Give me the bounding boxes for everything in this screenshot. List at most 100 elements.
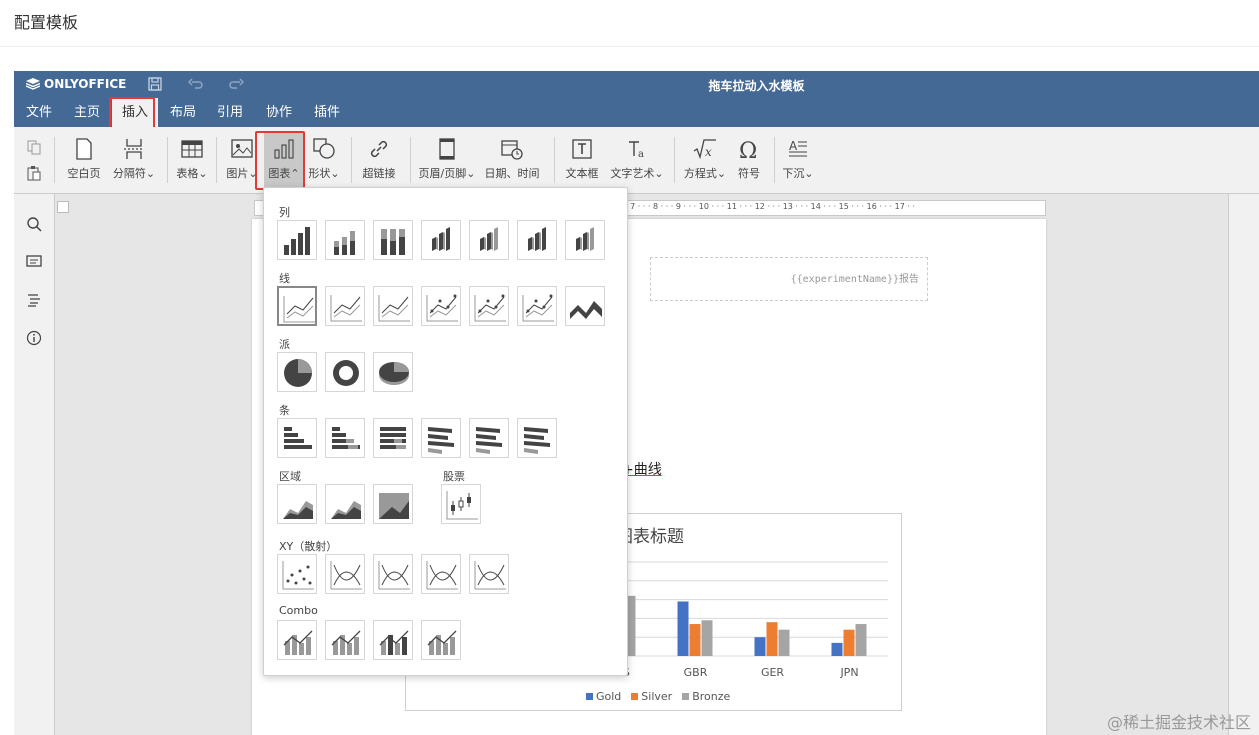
chart-type-bar-3[interactable] bbox=[373, 418, 413, 458]
paste-icon[interactable] bbox=[26, 165, 42, 181]
chart-type-col-icon bbox=[432, 227, 450, 251]
symbol-button[interactable]: Ω 符号 bbox=[732, 137, 766, 181]
chart-type-dropdown: 列 线 派 条 区域 股票 XY（散射） Combo bbox=[263, 187, 628, 676]
drop-cap-icon: A bbox=[789, 139, 807, 157]
category-line: 线 bbox=[279, 272, 290, 285]
chart-type-pie-icon bbox=[333, 360, 359, 386]
chart-button-highlight bbox=[255, 131, 305, 190]
chart-type-bar-6[interactable] bbox=[517, 418, 557, 458]
menu-references[interactable]: 引用 bbox=[207, 98, 253, 127]
chart-type-xy-1[interactable] bbox=[277, 554, 317, 594]
bar-gold-ger bbox=[754, 637, 766, 656]
chart-type-line-4[interactable] bbox=[421, 286, 461, 326]
chart-type-combo-2[interactable] bbox=[325, 620, 365, 660]
menu-file[interactable]: 文件 bbox=[16, 98, 62, 127]
link-icon bbox=[370, 140, 388, 158]
chart-type-combo-3[interactable] bbox=[373, 620, 413, 660]
x-tick-label: GER bbox=[761, 666, 784, 679]
chart-type-col-6[interactable] bbox=[517, 220, 557, 260]
chart-type-col-5[interactable] bbox=[469, 220, 509, 260]
chart-type-combo-1[interactable] bbox=[277, 620, 317, 660]
bar-bronze-jpn bbox=[855, 624, 867, 656]
left-sidebar bbox=[14, 194, 55, 735]
chart-type-line-7[interactable] bbox=[565, 286, 605, 326]
calendar-clock-icon bbox=[501, 140, 523, 160]
chart-type-col-2[interactable] bbox=[325, 220, 365, 260]
info-icon[interactable] bbox=[26, 330, 42, 346]
chart-type-line-6[interactable] bbox=[517, 286, 557, 326]
chart-type-xy-icon bbox=[330, 561, 362, 590]
chart-type-line-icon bbox=[378, 295, 410, 322]
chart-type-pie-2[interactable] bbox=[325, 352, 365, 392]
category-xy-scatter: XY（散射） bbox=[279, 540, 338, 553]
header-placeholder-box[interactable]: {{experimentName}}报告 bbox=[650, 257, 928, 301]
drop-cap-button[interactable]: A 下沉⌄ bbox=[780, 137, 816, 181]
chart-type-col-3[interactable] bbox=[373, 220, 413, 260]
chart-type-line-1[interactable] bbox=[277, 286, 317, 326]
chart-type-line-2[interactable] bbox=[325, 286, 365, 326]
chart-type-xy-4[interactable] bbox=[421, 554, 461, 594]
chart-type-bar-1[interactable] bbox=[277, 418, 317, 458]
table-icon bbox=[181, 140, 203, 158]
date-time-button[interactable]: 日期、时间 bbox=[482, 137, 542, 181]
header-footer-button[interactable]: 页眉/页脚⌄ bbox=[416, 137, 478, 181]
table-button[interactable]: 表格⌄ bbox=[174, 137, 210, 181]
chart-type-col-4[interactable] bbox=[421, 220, 461, 260]
chart-type-xy-2[interactable] bbox=[325, 554, 365, 594]
chart-type-col-1[interactable] bbox=[277, 220, 317, 260]
menu-home[interactable]: 主页 bbox=[64, 98, 110, 127]
image-icon bbox=[231, 139, 253, 158]
menu-layout[interactable]: 布局 bbox=[160, 98, 206, 127]
chart-type-area-3[interactable] bbox=[373, 484, 413, 524]
chart-type-stock-1[interactable] bbox=[441, 484, 481, 524]
chart-type-pie-3[interactable] bbox=[373, 352, 413, 392]
bar-bronze-ger bbox=[778, 629, 790, 656]
chart-type-col-icon bbox=[381, 229, 405, 255]
category-column: 列 bbox=[279, 206, 290, 219]
chart-type-bar-5[interactable] bbox=[469, 418, 509, 458]
page-break-icon bbox=[124, 139, 144, 159]
chart-type-bar-4[interactable] bbox=[421, 418, 461, 458]
blank-page-button[interactable]: 空白页 bbox=[64, 137, 104, 181]
chart-type-xy-icon bbox=[282, 561, 314, 590]
header-placeholder: {{experimentName}}报告 bbox=[790, 274, 919, 285]
comments-icon[interactable] bbox=[26, 254, 42, 270]
shape-button[interactable]: 形状⌄ bbox=[306, 137, 342, 181]
text-art-button[interactable]: a 文字艺术⌄ bbox=[608, 137, 666, 181]
copy-icon[interactable] bbox=[26, 139, 42, 155]
chart-type-col-7[interactable] bbox=[565, 220, 605, 260]
equation-icon: x bbox=[693, 139, 716, 160]
chart-type-combo-4[interactable] bbox=[421, 620, 461, 660]
bar-gold-jpn bbox=[831, 642, 843, 656]
chart-type-xy-5[interactable] bbox=[469, 554, 509, 594]
tab-stop-selector[interactable] bbox=[57, 201, 69, 213]
onlyoffice-editor: ONLYOFFICE 拖车拉动入水模板 文件 主页 插入 布局 引用 协作 插件… bbox=[14, 71, 1259, 735]
chart-type-pie-1[interactable] bbox=[277, 352, 317, 392]
chart-type-area-2[interactable] bbox=[325, 484, 365, 524]
text-art-icon: a bbox=[629, 141, 644, 160]
x-tick-label: GBR bbox=[684, 666, 708, 679]
category-stock: 股票 bbox=[443, 470, 465, 483]
text-box-button[interactable]: 文本框 bbox=[562, 137, 602, 181]
chart-type-line-3[interactable] bbox=[373, 286, 413, 326]
bar-gold-gbr bbox=[677, 601, 689, 656]
search-icon[interactable] bbox=[26, 216, 42, 232]
blank-page-icon bbox=[76, 138, 92, 160]
menu-plugins[interactable]: 插件 bbox=[304, 98, 350, 127]
page-title: 配置模板 bbox=[14, 13, 79, 32]
page-break-button[interactable]: 分隔符⌄ bbox=[110, 137, 158, 181]
chart-type-line-5[interactable] bbox=[469, 286, 509, 326]
toolbar: 空白页 分隔符⌄ 表格⌄ 图片⌄ 图表⌃ 形状⌄ 超链接 页眉/页脚⌄ 日期、时… bbox=[14, 127, 1259, 194]
chart-type-area-1[interactable] bbox=[277, 484, 317, 524]
bar-silver-jpn bbox=[843, 629, 855, 656]
bar-silver-gbr bbox=[689, 624, 701, 656]
chart-type-xy-3[interactable] bbox=[373, 554, 413, 594]
navigation-icon[interactable] bbox=[26, 292, 42, 308]
hyperlink-button[interactable]: 超链接 bbox=[358, 137, 400, 181]
chart-type-bar-2[interactable] bbox=[325, 418, 365, 458]
chart-type-bar-icon bbox=[428, 427, 454, 454]
equation-button[interactable]: x 方程式⌄ bbox=[682, 137, 728, 181]
chart-type-pie-icon bbox=[379, 362, 409, 385]
category-combo: Combo bbox=[279, 604, 318, 617]
menu-collaboration[interactable]: 协作 bbox=[256, 98, 302, 127]
